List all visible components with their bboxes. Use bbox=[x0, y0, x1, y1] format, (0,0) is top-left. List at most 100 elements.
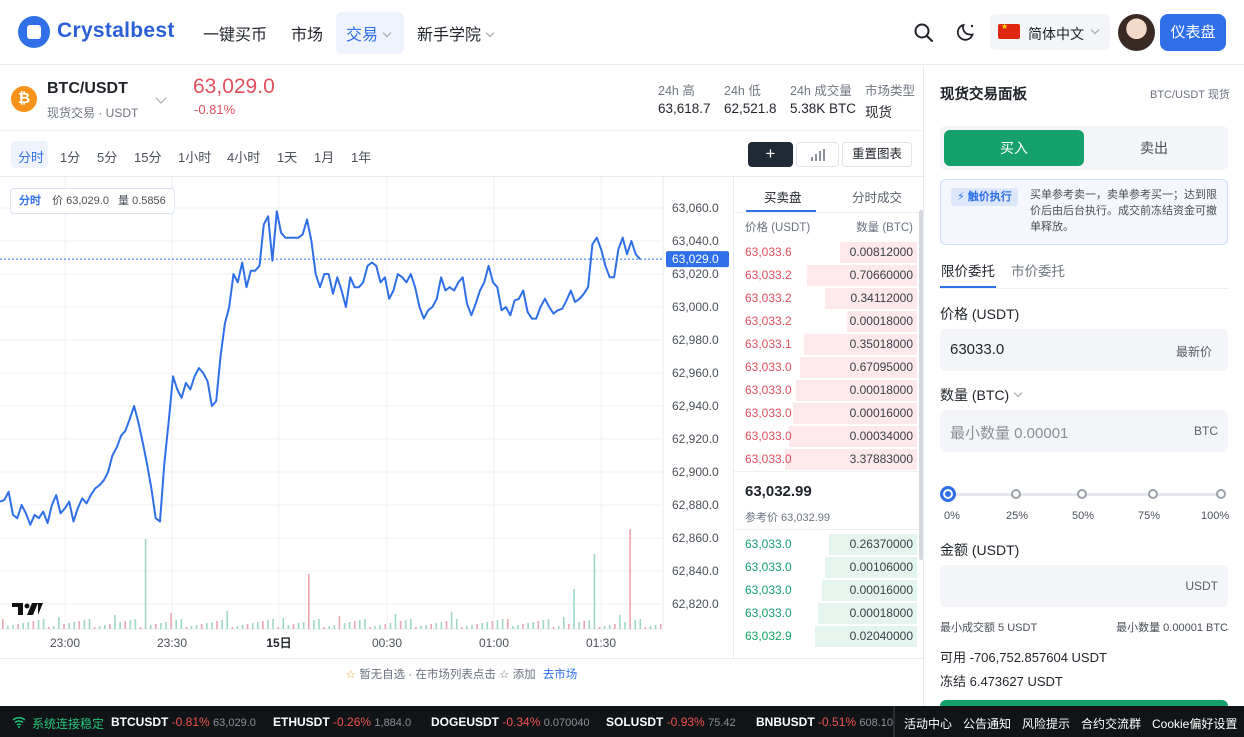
tf-tab-1mo[interactable]: 1月 bbox=[314, 147, 334, 166]
volume-bar bbox=[134, 619, 137, 629]
link-cookie-settings[interactable]: Cookie偏好设置 bbox=[1152, 715, 1237, 732]
last-price: 63,029.0 bbox=[193, 75, 275, 98]
slider-stop[interactable] bbox=[1011, 489, 1021, 499]
tab-trades[interactable]: 分时成交 bbox=[852, 187, 902, 206]
ask-price: 63,033.0 bbox=[745, 429, 792, 443]
stat-value-market-type: 现货 bbox=[865, 105, 892, 120]
tf-tab-5m[interactable]: 5分 bbox=[97, 147, 117, 166]
volume-bar bbox=[323, 627, 325, 629]
price-chart[interactable]: 63,060.0 63,040.0 63,020.0 63,000.0 62,980.0… bbox=[0, 176, 733, 658]
tab-limit-order[interactable]: 限价委托 bbox=[941, 260, 995, 280]
chart-type-button[interactable] bbox=[796, 142, 839, 167]
tf-tab-4h[interactable]: 4小时 bbox=[227, 147, 260, 166]
brand-name[interactable]: Crystalbest bbox=[57, 19, 175, 43]
volume-bar bbox=[68, 623, 70, 629]
avatar[interactable] bbox=[1118, 14, 1155, 51]
slider-thumb[interactable] bbox=[940, 486, 956, 502]
price-input[interactable]: 63033.0 最新价 bbox=[940, 329, 1228, 371]
volume-bar bbox=[104, 625, 106, 629]
pair-dropdown-icon[interactable] bbox=[155, 92, 167, 104]
language-selector[interactable]: 简体中文 bbox=[990, 14, 1110, 50]
ask-row[interactable]: 63,033.1 0.35018000 bbox=[734, 333, 917, 356]
nav-academy[interactable]: 新手学院 bbox=[417, 21, 495, 45]
pct-50[interactable]: 50% bbox=[1072, 510, 1094, 522]
ask-row[interactable]: 63,033.6 0.00812000 bbox=[734, 241, 917, 264]
volume-bar bbox=[593, 554, 596, 629]
search-icon[interactable] bbox=[913, 22, 934, 43]
qty-unit-selector[interactable]: 数量 (BTC) bbox=[940, 385, 1023, 405]
link-risk-notice[interactable]: 风险提示 bbox=[1022, 715, 1070, 732]
bid-row[interactable]: 63,033.0 0.00106000 bbox=[734, 556, 917, 579]
ask-row[interactable]: 63,033.2 0.70660000 bbox=[734, 264, 917, 287]
price-input-value[interactable]: 63033.0 bbox=[950, 341, 1004, 358]
bid-price: 63,033.0 bbox=[745, 537, 792, 551]
price-chart-svg[interactable]: 63,060.0 63,040.0 63,020.0 63,000.0 62,980.0… bbox=[0, 177, 733, 658]
volume-bar bbox=[17, 624, 19, 629]
sell-tab-button[interactable]: 卖出 bbox=[1084, 130, 1224, 166]
price-change: -0.81% bbox=[194, 102, 236, 117]
add-indicator-button[interactable]: + bbox=[748, 142, 793, 167]
ticker-doge[interactable]: DOGEUSDT -0.34% 0.070040 bbox=[431, 715, 590, 729]
pct-75[interactable]: 75% bbox=[1138, 510, 1160, 522]
dashboard-button[interactable]: 仪表盘 bbox=[1160, 14, 1226, 51]
nav-trade[interactable]: 交易 bbox=[346, 21, 392, 45]
ask-row[interactable]: 63,033.0 0.00016000 bbox=[734, 402, 917, 425]
bid-row[interactable]: 63,033.0 0.00016000 bbox=[734, 579, 917, 602]
tab-orderbook[interactable]: 买卖盘 bbox=[764, 187, 802, 206]
volume-bar bbox=[404, 620, 407, 629]
ask-row[interactable]: 63,033.0 0.00018000 bbox=[734, 379, 917, 402]
link-announcements[interactable]: 公告通知 bbox=[963, 715, 1011, 732]
ticker-btc[interactable]: BTCUSDT -0.81% 63,029.0 bbox=[111, 715, 256, 729]
pct-25[interactable]: 25% bbox=[1006, 510, 1028, 522]
ticker-bnb[interactable]: BNBUSDT -0.51% 608.10 bbox=[756, 715, 893, 729]
pct-100[interactable]: 100% bbox=[1201, 510, 1229, 522]
pct-0[interactable]: 0% bbox=[944, 510, 960, 522]
go-market-link[interactable]: 去市场 bbox=[543, 669, 578, 681]
bid-row[interactable]: 63,033.0 0.00018000 bbox=[734, 602, 917, 625]
amount-input[interactable]: USDT bbox=[940, 565, 1228, 607]
ask-row[interactable]: 63,033.0 0.67095000 bbox=[734, 356, 917, 379]
theme-toggle-icon[interactable] bbox=[955, 21, 977, 43]
bid-row[interactable]: 63,033.0 0.26370000 bbox=[734, 533, 917, 556]
trigger-badge: ⚡ 触价执行 bbox=[951, 188, 1018, 206]
mid-price: 63,032.99 bbox=[745, 483, 812, 500]
tf-tab-15m[interactable]: 15分 bbox=[134, 147, 161, 166]
ask-row[interactable]: 63,033.2 0.34112000 bbox=[734, 287, 917, 310]
nav-quick-buy[interactable]: 一键买币 bbox=[203, 21, 267, 45]
min-trade-amount: 最小成交额 5 USDT bbox=[940, 622, 1038, 634]
y-tick-label: 63,000.0 bbox=[672, 300, 719, 314]
price-line[interactable] bbox=[0, 210, 641, 526]
tf-tab-1h[interactable]: 1小时 bbox=[178, 147, 211, 166]
ask-row[interactable]: 63,033.0 3.37883000 bbox=[734, 448, 917, 471]
logo-icon[interactable] bbox=[18, 16, 50, 48]
ask-row[interactable]: 63,033.2 0.00018000 bbox=[734, 310, 917, 333]
pair-title[interactable]: BTC/USDT bbox=[47, 80, 128, 98]
nav-market[interactable]: 市场 bbox=[291, 21, 323, 45]
ticker-eth[interactable]: ETHUSDT -0.26% 1,884.0 bbox=[273, 715, 411, 729]
slider-stop[interactable] bbox=[1148, 489, 1158, 499]
volume-bar bbox=[598, 627, 601, 629]
tf-tab-1m[interactable]: 1分 bbox=[60, 147, 80, 166]
ask-row[interactable]: 63,033.0 0.00034000 bbox=[734, 425, 917, 448]
volume-bar bbox=[124, 621, 126, 629]
volume-bar bbox=[231, 627, 234, 629]
ticker-sol[interactable]: SOLUSDT -0.93% 75.42 bbox=[606, 715, 736, 729]
buy-tab-button[interactable]: 买入 bbox=[944, 130, 1084, 166]
volume-bar bbox=[53, 626, 55, 629]
tf-tab-time[interactable]: 分时 bbox=[18, 147, 44, 166]
volume-bar bbox=[155, 624, 157, 629]
quantity-placeholder[interactable]: 最小数量 0.00001 bbox=[950, 422, 1068, 443]
tab-market-order[interactable]: 市价委托 bbox=[1011, 260, 1065, 280]
bid-row[interactable]: 63,032.9 0.02040000 bbox=[734, 625, 917, 648]
tf-tab-1d[interactable]: 1天 bbox=[277, 147, 297, 166]
slider-stop[interactable] bbox=[1216, 489, 1226, 499]
tf-tab-1y[interactable]: 1年 bbox=[351, 147, 371, 166]
volume-bar bbox=[109, 624, 111, 629]
slider-stop[interactable] bbox=[1077, 489, 1087, 499]
link-community[interactable]: 合约交流群 bbox=[1081, 715, 1141, 732]
reset-chart-button[interactable]: 重置图表 bbox=[842, 142, 912, 167]
latest-price-button[interactable]: 最新价 bbox=[1176, 343, 1212, 360]
y-tick-label: 62,820.0 bbox=[672, 597, 719, 611]
quantity-input[interactable]: 最小数量 0.00001 BTC bbox=[940, 410, 1228, 452]
link-activity-center[interactable]: 活动中心 bbox=[904, 715, 952, 732]
